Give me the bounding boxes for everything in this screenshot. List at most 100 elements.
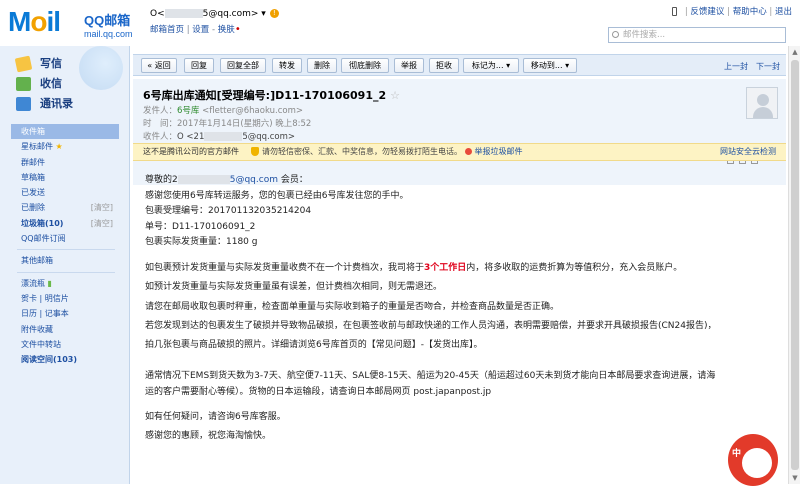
account-address[interactable]: O< 5@qq.com> ▾!: [150, 9, 279, 19]
delete-button[interactable]: 删除: [307, 58, 337, 73]
folder-label: 已发送: [21, 188, 45, 198]
link-logout[interactable]: 退出: [775, 7, 792, 17]
divider: [17, 249, 115, 251]
mark-as-label: 标记为...: [471, 61, 504, 70]
folder-other-mailboxes[interactable]: 其他邮箱: [11, 253, 119, 268]
to-label: 收件人：: [143, 132, 178, 142]
logo-domain: mail.qq.com: [84, 29, 133, 39]
folder-label: 附件收藏: [21, 324, 53, 334]
logo-brand: QQ邮箱 mail.qq.com: [84, 10, 133, 39]
folder-subscriptions[interactable]: QQ邮件订阅: [11, 231, 119, 246]
from-row: 发件人：6号库 <fletter@6haoku.com>: [143, 104, 303, 116]
security-scan-link[interactable]: 网站安全云检测: [720, 144, 776, 160]
body-paragraph: 若您发现到达的包裹发生了破损并导致物品破损，在包裹签收前与邮政快递的工作人员沟通…: [145, 321, 717, 331]
link-settings[interactable]: 设置: [192, 25, 209, 35]
primary-actions: 写信 收信 通讯录: [14, 54, 130, 118]
body-paragraph: 运的客户需要耐心等候）。货物的日本运输段，请查询日本邮局网页 post.japa…: [145, 386, 492, 397]
mail-pager: 上一封 下一封: [716, 61, 780, 72]
folder-spam[interactable]: 垃圾箱(10) [清空]: [11, 216, 119, 231]
prev-mail-link[interactable]: 上一封: [724, 62, 748, 71]
folder-drift-bottle[interactable]: 漂流瓶 ▮: [11, 276, 119, 291]
contacts-button[interactable]: 通讯录: [14, 94, 130, 114]
folder-cards[interactable]: 贺卡 | 明信片: [11, 291, 119, 306]
folder-label: 群邮件: [21, 157, 45, 167]
tracking-number: 包裹受理编号：201701132035214204: [145, 206, 312, 216]
mark-as-dropdown[interactable]: 标记为... ▾: [463, 58, 519, 73]
divider: [17, 271, 115, 273]
reject-button[interactable]: 拒收: [429, 58, 459, 73]
reply-all-button[interactable]: 回复全部: [220, 58, 266, 73]
greeting-email-link[interactable]: 5@qq.com: [230, 175, 278, 185]
chevron-down-icon: ▾: [506, 61, 511, 70]
clear-deleted-link[interactable]: [清空]: [91, 200, 113, 215]
top-links: | 反馈建议 | 帮助中心 | 退出: [671, 5, 792, 17]
phone-icon[interactable]: [671, 7, 677, 16]
chevron-down-icon: ▾: [565, 61, 570, 70]
link-help[interactable]: 帮助中心: [733, 7, 767, 17]
folder-drafts[interactable]: 草稿箱: [11, 170, 119, 185]
to-suffix: 5@qq.com>: [242, 132, 296, 142]
forward-button[interactable]: 转发: [272, 58, 302, 73]
folder-label: 垃圾箱(10): [21, 218, 64, 228]
sender-name[interactable]: 6号库: [177, 106, 199, 116]
folder-label: 漂流瓶: [21, 278, 45, 288]
link-feedback[interactable]: 反馈建议: [690, 7, 724, 17]
folder-calendar[interactable]: 日历 | 记事本: [11, 306, 119, 321]
qq-mail-logo[interactable]: Moil: [8, 6, 61, 38]
folder-label: 阅读空间(103): [21, 355, 78, 365]
move-to-dropdown[interactable]: 移动到... ▾: [523, 58, 577, 73]
folder-file-transfer[interactable]: 文件中转站: [11, 337, 119, 352]
vertical-scrollbar[interactable]: ▲ ▼: [788, 46, 800, 484]
folder-label: 日历 | 记事本: [21, 309, 69, 319]
text-segment: 内，将多收取的运费折算为等值积分，充入会员账户。: [466, 262, 683, 273]
delete-permanently-button[interactable]: 彻底删除: [341, 58, 389, 73]
account-links: 邮箱首页 | 设置 - 换肤•: [150, 24, 241, 35]
folder-group[interactable]: 群邮件: [11, 155, 119, 170]
scroll-down-icon[interactable]: ▼: [791, 474, 799, 482]
account-suffix: 5@qq.com>: [202, 9, 259, 19]
mail-subject: 6号库出库通知[受理编号:]D11-170106091_2 ☆: [143, 87, 400, 103]
reply-button[interactable]: 回复: [184, 58, 214, 73]
greeting-prefix: 尊敬的2: [145, 175, 178, 185]
folder-inbox[interactable]: 收件箱: [11, 124, 119, 140]
scroll-thumb[interactable]: [791, 60, 799, 470]
report-icon: [464, 148, 472, 155]
back-button[interactable]: « 返回: [141, 58, 177, 73]
highlight-text: 3个工作日: [424, 262, 467, 273]
folder-label: QQ邮件订阅: [21, 234, 66, 244]
redacted-block: [204, 132, 243, 141]
folder-label: 星标邮件: [21, 142, 53, 152]
body-paragraph: 如包裹预计发货重量与实际发货重量收费不在一个计费档次，我司将于3个工作日内，将多…: [145, 261, 775, 277]
warning-icon[interactable]: !: [269, 9, 279, 18]
report-spam-link[interactable]: 举报垃圾邮件: [464, 147, 523, 156]
sidebar: 写信 收信 通讯录 收件箱 星标邮件 ★ 群邮件 草稿箱 已发送 已删除 [清空]…: [0, 46, 130, 484]
time-value: 2017年1月14日(星期六) 晚上8:52: [177, 119, 312, 129]
clear-spam-link[interactable]: [清空]: [91, 216, 113, 231]
folder-label: 文件中转站: [21, 339, 61, 349]
receive-button[interactable]: 收信: [14, 74, 130, 94]
folder-list: 收件箱 星标邮件 ★ 群邮件 草稿箱 已发送 已删除 [清空] 垃圾箱(10) [清…: [11, 124, 121, 367]
folder-reading-space[interactable]: 阅读空间(103): [11, 352, 119, 367]
search-input[interactable]: 邮件搜索...: [608, 27, 786, 43]
greeting: 尊敬的2 5@qq.com 会员：: [145, 173, 775, 189]
folder-attachments[interactable]: 附件收藏: [11, 322, 119, 337]
pencil-icon: [14, 55, 33, 73]
next-mail-link[interactable]: 下一封: [756, 62, 780, 71]
body-paragraph: 如有任何疑问，请咨询6号库客服。: [145, 412, 286, 422]
folder-sent[interactable]: 已发送: [11, 185, 119, 200]
move-to-label: 移动到...: [530, 61, 563, 70]
report-button[interactable]: 举报: [394, 58, 424, 73]
sender-avatar[interactable]: [746, 87, 778, 119]
header: Moil QQ邮箱 mail.qq.com O< 5@qq.com> ▾! 邮箱首…: [0, 0, 800, 46]
notice-text: 这不是腾讯公司的官方邮件 请勿轻信密保、汇款、中奖信息，勿轻易拨打陌生电话。 举报…: [143, 144, 523, 160]
shield-icon: [251, 147, 259, 156]
folder-label: 草稿箱: [21, 172, 45, 182]
link-mail-home[interactable]: 邮箱首页: [150, 25, 184, 35]
folder-deleted[interactable]: 已删除 [清空]: [11, 200, 119, 215]
compose-button[interactable]: 写信: [14, 54, 130, 74]
folder-starred[interactable]: 星标邮件 ★: [11, 139, 119, 154]
star-toggle-icon[interactable]: ☆: [390, 89, 400, 102]
link-skin[interactable]: 换肤: [218, 25, 235, 35]
scroll-up-icon[interactable]: ▲: [791, 48, 799, 56]
mail-body: 尊敬的2 5@qq.com 会员： 感谢您使用6号库转运服务，您的包裹已经由6号库…: [145, 173, 775, 444]
